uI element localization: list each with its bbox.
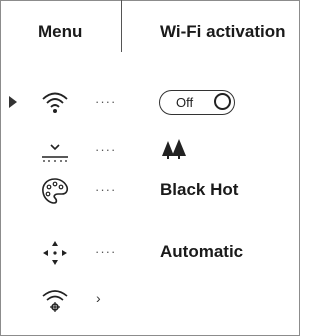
page-title: Wi-Fi activation <box>160 22 286 41</box>
chevron-right-icon: › <box>96 290 101 306</box>
palette-icon <box>40 176 70 206</box>
toggle-label: Off <box>176 95 194 110</box>
selection-arrow-icon <box>9 96 17 108</box>
row-dots: ···· <box>95 142 117 157</box>
menu-row-wifi-settings[interactable]: › <box>0 282 300 322</box>
wifi-toggle[interactable]: Off <box>159 90 235 115</box>
menu-row-auto-calibration[interactable]: ···· Automatic <box>0 234 300 274</box>
palette-value: Black Hot <box>160 180 239 199</box>
wifi-settings-icon <box>40 286 70 316</box>
row-dots: ···· <box>95 94 117 109</box>
wifi-icon <box>40 88 70 118</box>
menu-row-wifi[interactable]: ···· Off <box>0 84 300 124</box>
auto-calibration-icon <box>40 238 70 268</box>
trees-icon <box>160 138 190 160</box>
menu-row-palette[interactable]: ···· Black Hot <box>0 172 300 212</box>
menu-row-calibration[interactable]: ···· <box>0 132 300 172</box>
header-divider <box>121 0 122 52</box>
row-dots: ···· <box>95 182 117 197</box>
menu-header-label: Menu <box>38 22 83 41</box>
toggle-knob <box>214 93 231 110</box>
auto-calibration-value: Automatic <box>160 242 244 261</box>
calibration-icon <box>40 136 70 166</box>
row-dots: ···· <box>95 244 117 259</box>
